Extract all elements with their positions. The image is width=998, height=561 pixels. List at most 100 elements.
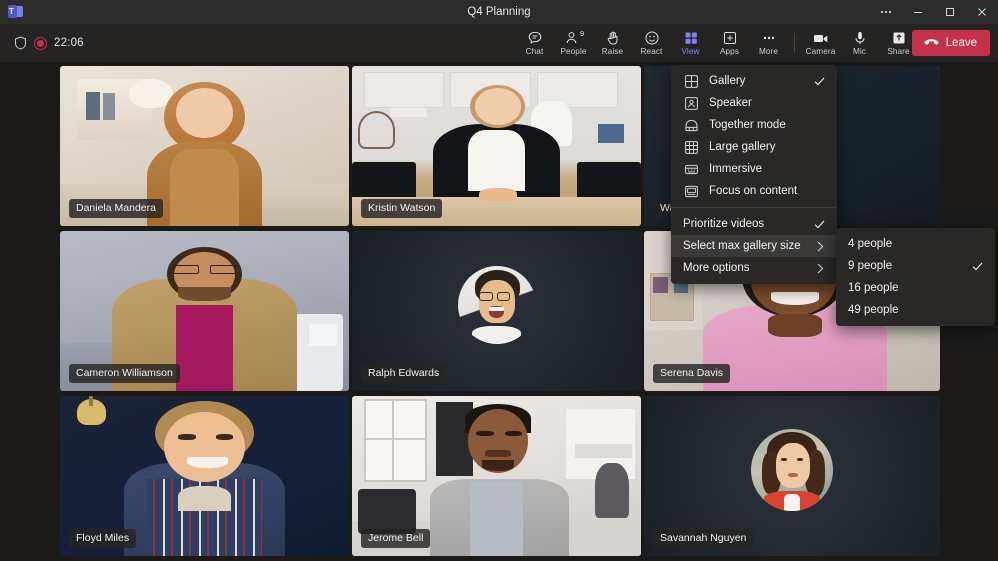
toolbar-button-apps[interactable]: Apps	[710, 24, 749, 62]
participant-name-label: Kristin Watson	[361, 199, 442, 218]
menu-item-focus-on-content[interactable]: Focus on content	[671, 180, 837, 202]
leave-button-label: Leave	[946, 37, 977, 49]
app-logo: T	[0, 0, 30, 24]
maximize-icon[interactable]	[934, 0, 966, 24]
participant-tile-savannah-nguyen[interactable]: Savannah Nguyen	[644, 396, 940, 556]
submenu-item-49-people[interactable]: 49 people	[836, 299, 995, 321]
participant-tile-jerome-bell[interactable]: Jerome Bell	[352, 396, 641, 556]
toolbar-button-view[interactable]: View	[671, 24, 710, 62]
check-icon	[969, 262, 985, 271]
leave-button[interactable]: Leave	[912, 30, 990, 56]
window-title: Q4 Planning	[0, 0, 998, 24]
toolbar-label-share: Share	[887, 47, 909, 56]
toolbar-button-more[interactable]: More	[749, 24, 788, 62]
window-controls	[870, 0, 998, 24]
raise-hand-icon	[605, 30, 621, 46]
avatar	[458, 266, 536, 344]
check-icon	[811, 220, 827, 229]
menu-label-large-gallery: Large gallery	[709, 141, 811, 153]
menu-item-prioritize-videos[interactable]: Prioritize videos	[671, 213, 837, 235]
more-options-icon[interactable]	[870, 0, 902, 24]
menu-label-together-mode: Together mode	[709, 119, 811, 131]
participant-tile-daniela-mandera[interactable]: Daniela Mandera	[60, 66, 349, 226]
submenu-label-4-people: 4 people	[848, 238, 969, 250]
avatar	[751, 429, 833, 511]
participant-name-label: Ralph Edwards	[361, 364, 446, 383]
toolbar-button-raise[interactable]: Raise	[593, 24, 632, 62]
menu-item-select-max-gallery-size[interactable]: Select max gallery size	[671, 235, 837, 257]
minimize-icon[interactable]	[902, 0, 934, 24]
toolbar-label-raise: Raise	[602, 47, 623, 56]
toolbar-label-view: View	[682, 47, 700, 56]
submenu-item-4-people[interactable]: 4 people	[836, 233, 995, 255]
menu-label-immersive: Immersive	[709, 163, 811, 175]
gallery-size-submenu: 4 people 9 people 16 people 49 people	[836, 228, 995, 326]
participant-tile-cameron-williamson[interactable]: Cameron Williamson	[60, 231, 349, 391]
toolbar-label-people: People	[560, 47, 586, 56]
menu-label-speaker: Speaker	[709, 97, 811, 109]
camera-icon	[812, 30, 830, 46]
menu-item-immersive[interactable]: Immersive	[671, 158, 837, 180]
shield-icon	[14, 36, 27, 50]
apps-plus-icon	[722, 30, 738, 46]
toolbar-button-people[interactable]: 9 People	[554, 24, 593, 62]
meeting-status-group: 22:06	[0, 36, 84, 50]
menu-item-speaker[interactable]: Speaker	[671, 92, 837, 114]
toolbar-divider	[794, 33, 795, 53]
toolbar-label-more: More	[759, 47, 778, 56]
teams-meeting-window: T Q4 Planning 22:06	[0, 0, 998, 561]
title-bar: T Q4 Planning	[0, 0, 998, 24]
participant-tile-ralph-edwards[interactable]: Ralph Edwards	[352, 231, 641, 391]
submenu-label-9-people: 9 people	[848, 260, 969, 272]
check-icon	[811, 77, 827, 86]
participant-tile-floyd-miles[interactable]: Floyd Miles	[60, 396, 349, 556]
immersive-icon	[683, 161, 699, 177]
people-count-badge: 9	[580, 29, 584, 38]
gallery-grid-icon	[683, 73, 699, 89]
toolbar-label-apps: Apps	[720, 47, 739, 56]
chevron-right-icon	[813, 241, 827, 252]
view-grid-icon	[683, 30, 699, 46]
menu-label-select-max-gallery-size: Select max gallery size	[683, 240, 813, 252]
together-mode-icon	[683, 117, 699, 133]
recording-dot-icon	[34, 37, 47, 50]
hang-up-icon	[923, 37, 940, 50]
toolbar-button-camera[interactable]: Camera	[801, 24, 840, 62]
toolbar-label-react: React	[641, 47, 663, 56]
microphone-icon	[852, 30, 868, 46]
submenu-item-16-people[interactable]: 16 people	[836, 277, 995, 299]
chevron-right-icon	[813, 263, 827, 274]
share-screen-icon	[891, 30, 907, 46]
menu-label-more-options: More options	[683, 262, 813, 274]
toolbar-label-camera: Camera	[806, 47, 836, 56]
chat-icon	[527, 30, 543, 46]
participant-name-label: Serena Davis	[653, 364, 730, 383]
menu-item-together-mode[interactable]: Together mode	[671, 114, 837, 136]
more-ellipsis-icon	[761, 30, 777, 46]
toolbar-label-mic: Mic	[853, 47, 866, 56]
close-icon[interactable]	[966, 0, 998, 24]
toolbar-label-chat: Chat	[526, 47, 544, 56]
meeting-toolbar: 22:06 Chat 9 People Raise	[0, 24, 998, 62]
view-menu: Gallery Speaker Together mode Large gall…	[671, 65, 837, 284]
toolbar-button-mic[interactable]: Mic	[840, 24, 879, 62]
participant-tile-kristin-watson[interactable]: Kristin Watson	[352, 66, 641, 226]
large-gallery-icon	[683, 139, 699, 155]
react-emoji-icon	[644, 30, 660, 46]
toolbar-actions: Chat 9 People Raise React	[515, 24, 918, 62]
participant-name-label: Daniela Mandera	[69, 199, 163, 218]
menu-label-focus-on-content: Focus on content	[709, 185, 811, 197]
menu-item-large-gallery[interactable]: Large gallery	[671, 136, 837, 158]
submenu-item-9-people[interactable]: 9 people	[836, 255, 995, 277]
toolbar-button-chat[interactable]: Chat	[515, 24, 554, 62]
menu-divider	[671, 207, 837, 208]
participant-name-label: Cameron Williamson	[69, 364, 180, 383]
toolbar-button-react[interactable]: React	[632, 24, 671, 62]
focus-content-icon	[683, 183, 699, 199]
participant-name-label: Savannah Nguyen	[653, 529, 753, 548]
menu-item-gallery[interactable]: Gallery	[671, 70, 837, 92]
menu-item-more-options[interactable]: More options	[671, 257, 837, 279]
submenu-label-49-people: 49 people	[848, 304, 969, 316]
menu-label-prioritize-videos: Prioritize videos	[683, 218, 811, 230]
submenu-label-16-people: 16 people	[848, 282, 969, 294]
